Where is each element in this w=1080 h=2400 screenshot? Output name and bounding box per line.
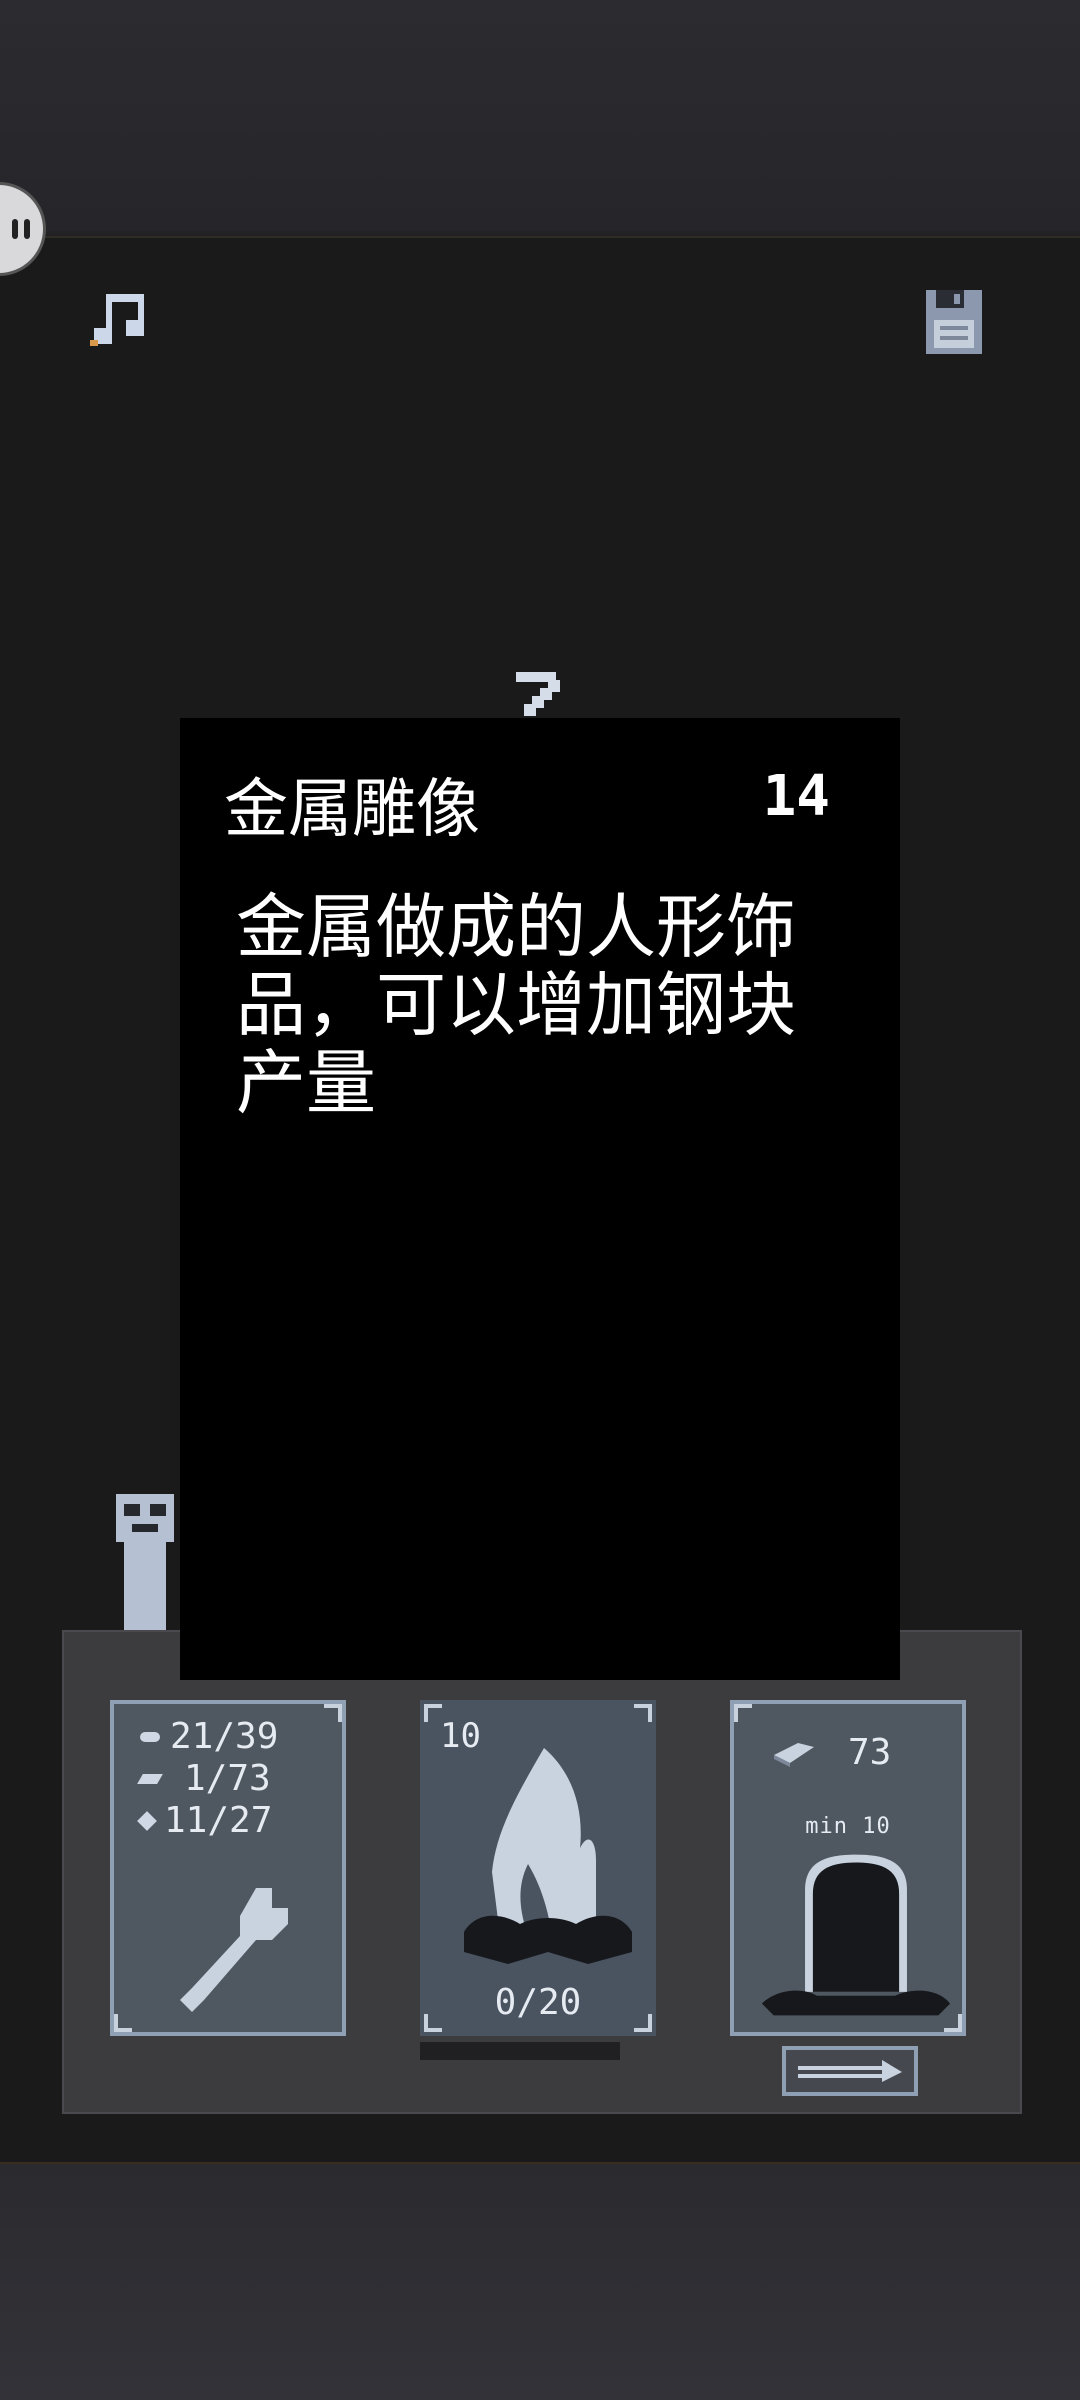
ingot-cost-row: 73: [770, 1732, 891, 1773]
item-tooltip: 金属雕像 14 金属做成的人形饰品，可以增加钢块产量: [180, 718, 900, 1680]
ingot-count: 73: [848, 1732, 892, 1773]
resource-gem-value: 11/27: [164, 1800, 273, 1841]
card-corner: [634, 1704, 652, 1722]
pause-bar-left: [12, 219, 18, 239]
wrench-icon: [180, 1888, 288, 2012]
metal-statue-icon: [116, 1494, 174, 1630]
portal-icon: [761, 1854, 951, 2016]
card-corner: [114, 2014, 132, 2032]
craft-card[interactable]: 21/39 1/73 11/27: [110, 1700, 346, 2036]
min-requirement: min 10: [805, 1814, 891, 1839]
stone-icon: [140, 1731, 160, 1742]
item-description: 金属做成的人形饰品，可以增加钢块产量: [236, 886, 796, 1124]
item-count: 14: [762, 764, 830, 829]
fire-progress: 0/20: [494, 1982, 582, 2023]
pickaxe-icon: [516, 672, 560, 716]
card-shadow: [420, 2042, 620, 2060]
next-arrow-button[interactable]: [782, 2046, 918, 2096]
ingot-icon: [137, 1773, 163, 1784]
build-card[interactable]: 73 min 10: [730, 1700, 966, 2036]
card-corner: [734, 1704, 752, 1722]
music-note-icon[interactable]: [86, 292, 150, 348]
campfire-icon: [464, 1748, 632, 1964]
gem-icon: [137, 1810, 157, 1831]
resource-ingot-row: 1/73: [137, 1758, 271, 1799]
arrow-right-icon: [798, 2060, 902, 2082]
item-title: 金属雕像: [224, 773, 480, 847]
resource-ingot-value: 1/73: [184, 1758, 271, 1799]
ingot-icon: [774, 1742, 814, 1767]
resource-stone-value: 21/39: [170, 1716, 279, 1757]
card-corner: [324, 1704, 342, 1722]
floppy-disk-icon[interactable]: [924, 288, 984, 356]
resource-stone-row: 21/39: [140, 1716, 278, 1757]
campfire-card[interactable]: 10 0/20: [420, 1700, 656, 2036]
pause-bar-right: [24, 219, 30, 239]
resource-gem-row: 11/27: [137, 1800, 273, 1841]
